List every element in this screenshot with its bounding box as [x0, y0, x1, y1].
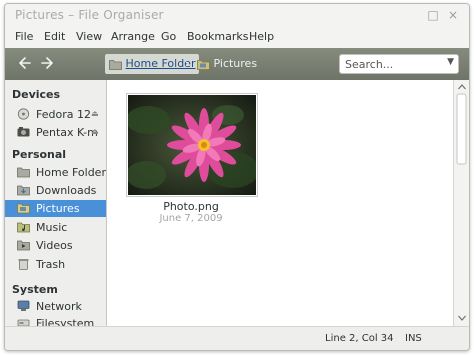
- menu-go[interactable]: Go: [161, 30, 176, 43]
- vertical-scrollbar[interactable]: [453, 80, 469, 326]
- location-toolbar: Home Folder › Pictures ▼: [5, 48, 469, 80]
- sidebar-item-label: Network: [36, 300, 82, 313]
- scroll-up-arrow-icon: [458, 84, 466, 90]
- menu-bookmarks[interactable]: Bookmarks: [187, 30, 248, 43]
- search-input[interactable]: [345, 56, 441, 72]
- pictures-folder-icon: [197, 59, 210, 70]
- network-icon: [17, 300, 30, 311]
- scrollbar-track: [456, 84, 467, 321]
- sidebar: Devices Fedora 12 ⏏ Pentax K-m ⏏ Persona…: [5, 80, 107, 330]
- sidebar-heading-system: System: [12, 283, 58, 296]
- sidebar-item-downloads[interactable]: Downloads: [5, 182, 106, 199]
- menu-help[interactable]: Help: [249, 30, 274, 43]
- forward-arrow-icon: [41, 57, 53, 69]
- status-bar: Line 2, Col 34 INS: [5, 326, 469, 350]
- sidebar-item-label: Fedora 12: [36, 108, 91, 121]
- sidebar-item-label: Videos: [36, 239, 73, 252]
- window-title: Pictures – File Organiser: [15, 8, 164, 22]
- scroll-down-arrow-icon: [458, 315, 466, 321]
- sidebar-item-trash[interactable]: Trash: [5, 256, 106, 273]
- back-arrow-icon: [19, 57, 31, 69]
- home-folder-icon: [17, 167, 30, 178]
- close-button[interactable]: ×: [445, 7, 461, 23]
- chevron-down-icon[interactable]: ▼: [447, 57, 454, 67]
- photo-thumbnail: [126, 95, 259, 195]
- trash-icon: [18, 259, 29, 270]
- sidebar-item-music[interactable]: Music: [5, 219, 106, 236]
- file-view[interactable]: Photo.png June 7, 2009: [107, 80, 453, 326]
- scrollbar-thumb: [456, 93, 467, 165]
- home-folder-icon: [109, 59, 122, 70]
- sidebar-item-home-folder[interactable]: Home Folder: [5, 164, 106, 181]
- sidebar-item-label: Downloads: [36, 184, 97, 197]
- pictures-icon: [17, 203, 30, 214]
- sidebar-item-pictures[interactable]: Pictures: [5, 200, 106, 217]
- breadcrumb-label: Pictures: [213, 57, 258, 70]
- title-bar: Pictures – File Organiser □ ×: [5, 4, 469, 26]
- menu-bar: File Edit View Arrange Go Bookmarks Help: [5, 26, 469, 48]
- file-manager-window: Pictures – File Organiser □ × File Edit …: [4, 3, 470, 351]
- file-item-photo-png[interactable]: [126, 93, 259, 197]
- menu-arrange[interactable]: Arrange: [111, 30, 155, 43]
- drive-icon: [17, 108, 30, 120]
- sidebar-heading-personal: Personal: [12, 148, 67, 161]
- menu-edit[interactable]: Edit: [44, 30, 65, 43]
- eject-icon[interactable]: ⏏: [91, 127, 99, 136]
- sidebar-item-videos[interactable]: Videos: [5, 237, 106, 254]
- menu-file[interactable]: File: [15, 30, 33, 43]
- camera-icon: [17, 127, 30, 137]
- music-icon: [17, 222, 30, 233]
- breadcrumb-separator: ›: [185, 57, 190, 70]
- sidebar-item-pentax-k-m[interactable]: Pentax K-m ⏏: [5, 124, 106, 141]
- sidebar-item-label: Trash: [36, 258, 66, 271]
- sidebar-item-label: Music: [36, 221, 68, 234]
- maximize-button[interactable]: □: [425, 7, 441, 23]
- downloads-icon: [17, 185, 30, 196]
- sidebar-item-label: Pentax K-m: [36, 126, 98, 139]
- input-mode: INS: [405, 333, 422, 344]
- cursor-position: Line 2, Col 34: [325, 333, 394, 344]
- sidebar-item-network[interactable]: Network: [5, 298, 106, 315]
- videos-icon: [17, 240, 30, 251]
- sidebar-item-label: Pictures: [36, 202, 80, 215]
- file-date: June 7, 2009: [159, 213, 223, 224]
- sidebar-item-label: Home Folder: [36, 166, 106, 179]
- search-box[interactable]: ▼: [339, 54, 459, 74]
- menu-view[interactable]: View: [76, 30, 102, 43]
- sidebar-heading-devices: Devices: [12, 88, 61, 101]
- breadcrumb-pictures[interactable]: Pictures: [197, 54, 257, 74]
- eject-icon[interactable]: ⏏: [91, 109, 99, 118]
- back-button[interactable]: [15, 54, 33, 72]
- sidebar-item-fedora-12[interactable]: Fedora 12 ⏏: [5, 106, 106, 123]
- file-name: Photo.png: [163, 200, 219, 213]
- forward-button[interactable]: [39, 54, 57, 72]
